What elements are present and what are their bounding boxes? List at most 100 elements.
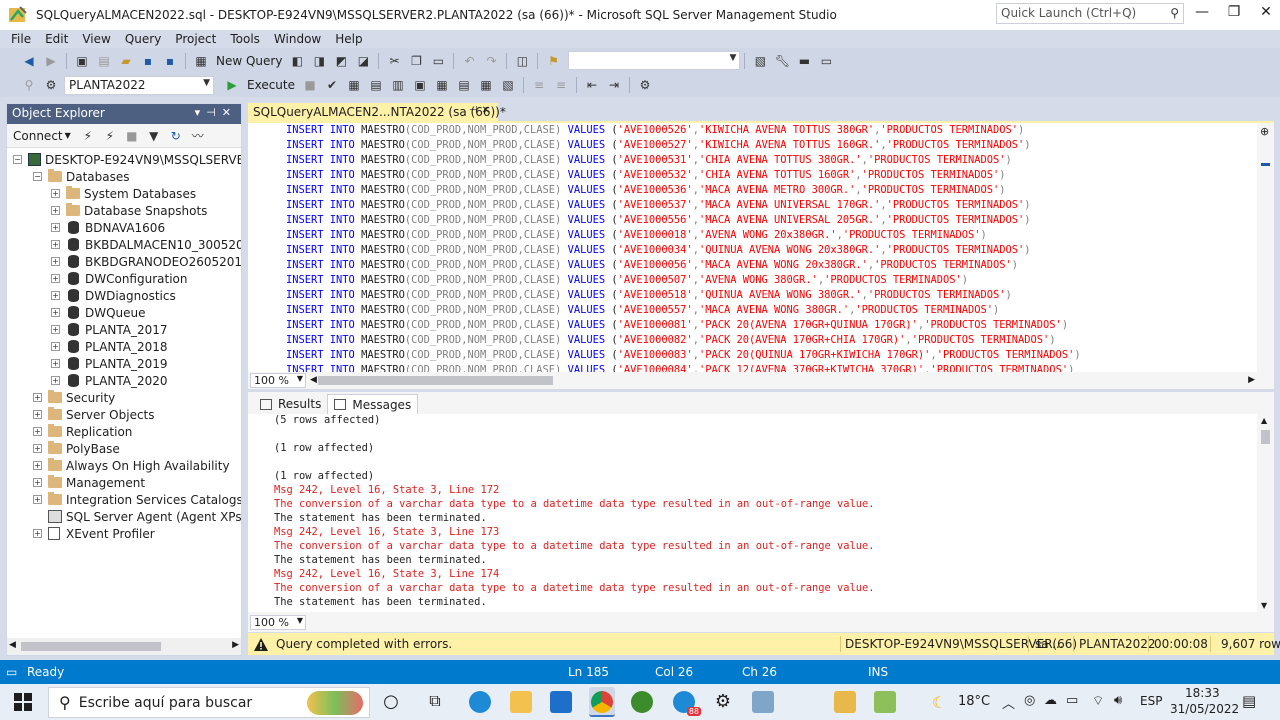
menu-view[interactable]: View [75, 32, 117, 46]
change-connection-icon[interactable]: ⚙ [43, 77, 59, 93]
tree-node-system-databases[interactable]: + System Databases [51, 185, 196, 202]
save-all-icon[interactable]: ▪ [162, 53, 178, 69]
menu-query[interactable]: Query [118, 32, 168, 46]
close-icon[interactable]: ✕ [222, 106, 237, 119]
scroll-right-icon[interactable]: ▶ [1248, 375, 1255, 385]
scroll-up-icon[interactable]: ▲ [1261, 416, 1267, 425]
expand-icon[interactable]: + [51, 189, 60, 198]
redo-icon[interactable]: ↷ [483, 53, 499, 69]
copy-icon[interactable]: ❐ [408, 53, 424, 69]
sql-editor[interactable]: INSERT INTO MAESTRO(COD_PROD,NOM_PROD,CL… [248, 121, 1274, 372]
app-icon[interactable] [631, 691, 653, 713]
notifications-icon[interactable]: ▤ [1242, 692, 1256, 710]
estimated-plan-icon[interactable]: ▦ [346, 77, 362, 93]
tree-node-replication[interactable]: + Replication [33, 423, 132, 440]
vertical-scrollbar[interactable]: ⊕ [1257, 123, 1274, 372]
tree-node-always-on[interactable]: + Always On High Availability [33, 457, 230, 474]
windows-start-button[interactable] [14, 693, 32, 711]
cut-icon[interactable]: ✂ [386, 53, 402, 69]
scrollbar-thumb[interactable] [1261, 163, 1270, 166]
expand-icon[interactable]: + [33, 427, 42, 436]
menu-window[interactable]: Window [267, 32, 328, 46]
expand-icon[interactable]: + [33, 410, 42, 419]
scrollbar-thumb[interactable] [21, 642, 161, 651]
menu-edit[interactable]: Edit [38, 32, 75, 46]
increase-indent-icon[interactable]: ⇥ [606, 77, 622, 93]
tree-node-database[interactable]: + PLANTA_2020 [51, 372, 168, 389]
find-icon[interactable]: ⚑ [545, 53, 561, 69]
properties-icon[interactable]: ▧ [752, 53, 768, 69]
expand-icon[interactable]: + [51, 291, 60, 300]
scrollbar-thumb[interactable] [318, 376, 553, 385]
collapse-icon[interactable]: − [13, 155, 22, 164]
find-combo[interactable]: ▼ [568, 51, 741, 70]
split-icon[interactable]: ⊕ [1260, 125, 1269, 138]
tree-node-database-snapshots[interactable]: + Database Snapshots [51, 202, 207, 219]
xmla-query-icon[interactable]: ◩ [333, 53, 349, 69]
menu-tools[interactable]: Tools [223, 32, 267, 46]
query-designer-icon[interactable]: ▤ [368, 77, 384, 93]
forward-icon[interactable]: ▶ [43, 53, 59, 69]
new-query-icon[interactable]: ▦ [193, 53, 209, 69]
expand-icon[interactable]: + [33, 495, 42, 504]
disconnect-icon[interactable]: ⚡ [102, 128, 118, 144]
expand-icon[interactable]: + [51, 325, 60, 334]
tree-node-server[interactable]: − DESKTOP-E924VN9\MSSQLSERVER2 (SC [13, 151, 241, 168]
expand-icon[interactable]: + [51, 274, 60, 283]
expand-icon[interactable]: + [33, 529, 42, 538]
expand-icon[interactable]: + [51, 359, 60, 368]
scroll-right-icon[interactable]: ▶ [232, 640, 239, 650]
uncomment-icon[interactable]: ≡ [553, 77, 569, 93]
tree-node-sql-server-agent[interactable]: SQL Server Agent (Agent XPs disabl [48, 508, 241, 525]
chrome-icon[interactable] [589, 687, 615, 717]
back-icon[interactable]: ◀ [21, 53, 37, 69]
pin-icon[interactable]: ⊣ [206, 106, 222, 119]
cortana-icon[interactable]: ○ [380, 691, 402, 713]
tree-node-database[interactable]: + DWConfiguration [51, 270, 188, 287]
results-to-text-icon[interactable]: ▤ [456, 77, 472, 93]
undo-icon[interactable]: ↶ [461, 53, 477, 69]
horizontal-scrollbar[interactable]: ◀ ▶ [7, 638, 241, 655]
tree-node-database[interactable]: + BKBDGRANODEO26052011 [51, 253, 241, 270]
expand-icon[interactable]: + [51, 206, 60, 215]
tree-node-database[interactable]: + BKBDALMACEN10_30052011 [51, 236, 241, 253]
scroll-down-icon[interactable]: ▼ [1261, 601, 1267, 610]
stop-icon[interactable]: ■ [124, 128, 140, 144]
tree-node-management[interactable]: + Management [33, 474, 145, 491]
messages-zoom-select[interactable]: 100 % ▼ [250, 614, 306, 630]
app-icon[interactable] [752, 691, 774, 713]
menu-help[interactable]: Help [328, 32, 369, 46]
tray-icon[interactable]: ◎ [1024, 693, 1035, 708]
tree-node-security[interactable]: + Security [33, 389, 115, 406]
expand-icon[interactable]: + [33, 444, 42, 453]
tree-node-database[interactable]: + DWDiagnostics [51, 287, 176, 304]
tab-results[interactable]: Results [254, 394, 327, 414]
results-to-grid-icon[interactable]: ▦ [478, 77, 494, 93]
parse-icon[interactable]: ✔ [324, 77, 340, 93]
editor-zoom-select[interactable]: 100 % ▼ [250, 373, 306, 388]
quick-launch-input[interactable]: Quick Launch (Ctrl+Q) ⚲ [996, 3, 1184, 24]
mdx-query-icon[interactable]: ◧ [289, 53, 305, 69]
filter-icon[interactable]: ▼ [146, 128, 162, 144]
new-project-icon[interactable]: ▣ [74, 53, 90, 69]
task-view-icon[interactable]: ⧉ [424, 691, 446, 713]
menu-project[interactable]: Project [168, 32, 223, 46]
execute-icon[interactable]: ▶ [224, 77, 240, 93]
volume-icon[interactable]: 🔊︎ [1114, 693, 1122, 708]
clock-date[interactable]: 31/05/2022 [1170, 702, 1239, 716]
specify-values-icon[interactable]: ⚙ [637, 77, 653, 93]
expand-icon[interactable]: + [33, 393, 42, 402]
new-file-icon[interactable]: ▤ [96, 53, 112, 69]
tree-node-database[interactable]: + BDNAVA1606 [51, 219, 165, 236]
expand-icon[interactable]: + [33, 478, 42, 487]
tree-node-polybase[interactable]: + PolyBase [33, 440, 120, 457]
temperature[interactable]: 18°C [958, 694, 990, 709]
minimize-button[interactable]: — [1186, 4, 1218, 24]
expand-icon[interactable]: + [51, 376, 60, 385]
dmx-query-icon[interactable]: ◨ [311, 53, 327, 69]
tree-node-integration-services[interactable]: + Integration Services Catalogs [33, 491, 241, 508]
horizontal-scrollbar[interactable]: ◀ ▶ [310, 375, 1255, 385]
messages-pane[interactable]: (5 rows affected) (1 row affected) (1 row … [248, 414, 1274, 612]
window-layout-icon[interactable]: ▭ [818, 53, 834, 69]
expand-icon[interactable]: + [51, 240, 60, 249]
